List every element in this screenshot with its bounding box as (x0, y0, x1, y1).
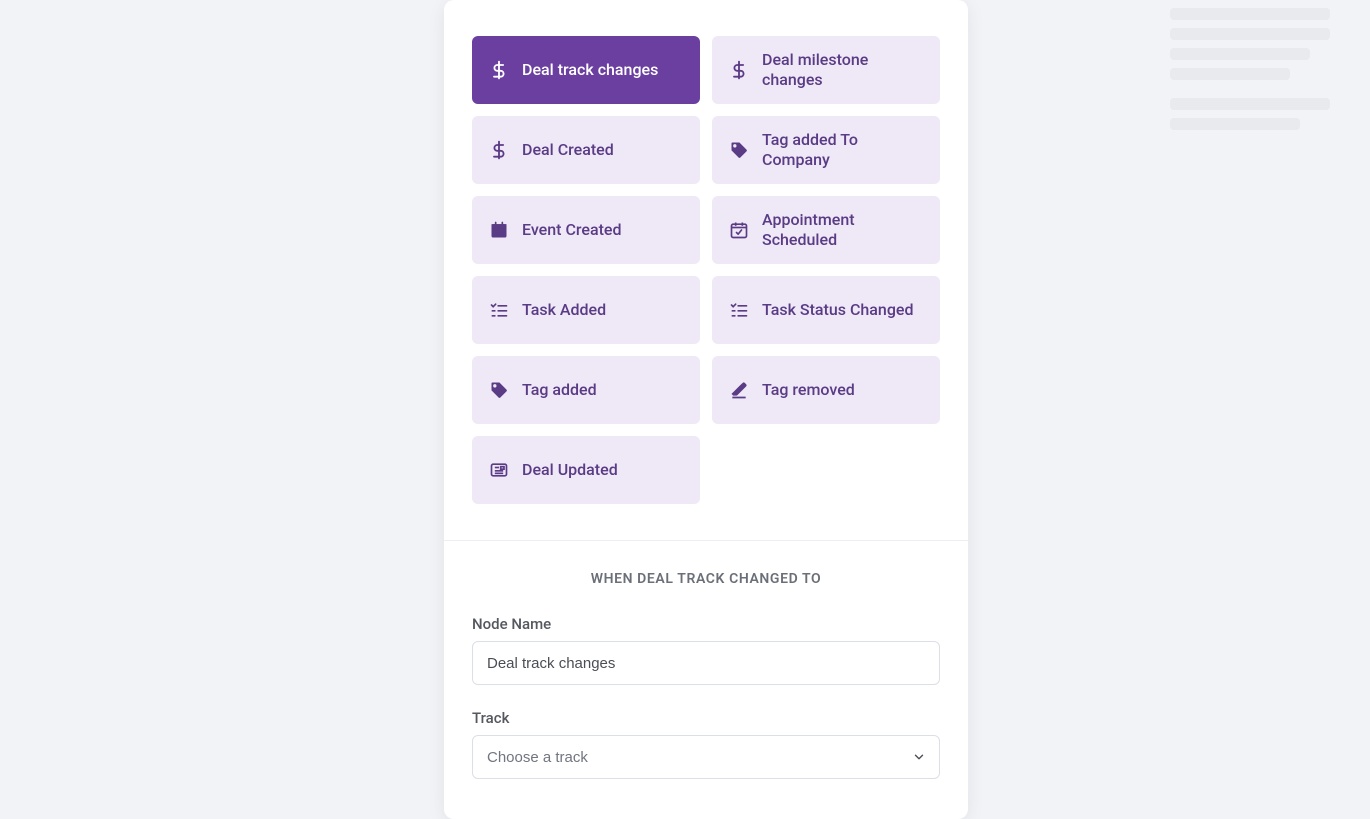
option-label: Task Status Changed (762, 300, 914, 320)
option-event-created[interactable]: Event Created (472, 196, 700, 264)
track-label: Track (472, 709, 940, 727)
option-appointment-scheduled[interactable]: Appointment Scheduled (712, 196, 940, 264)
option-tag-added[interactable]: Tag added (472, 356, 700, 424)
option-tag-added-to-company[interactable]: Tag added To Company (712, 116, 940, 184)
option-label: Appointment Scheduled (762, 210, 924, 250)
dollar-icon (488, 59, 510, 81)
eraser-icon (728, 379, 750, 401)
option-deal-milestone-changes[interactable]: Deal milestone changes (712, 36, 940, 104)
trigger-options-grid: Deal track changes Deal milestone change… (444, 0, 968, 532)
appointment-icon (728, 219, 750, 241)
option-label: Deal track changes (522, 60, 658, 80)
option-label: Tag added To Company (762, 130, 924, 170)
node-name-input[interactable] (472, 641, 940, 685)
option-deal-created[interactable]: Deal Created (472, 116, 700, 184)
option-deal-updated[interactable]: Deal Updated (472, 436, 700, 504)
option-label: Event Created (522, 220, 622, 240)
option-label: Deal milestone changes (762, 50, 924, 90)
option-task-status-changed[interactable]: Task Status Changed (712, 276, 940, 344)
option-task-added[interactable]: Task Added (472, 276, 700, 344)
task-list-icon (728, 299, 750, 321)
calendar-icon (488, 219, 510, 241)
option-label: Deal Updated (522, 460, 618, 480)
option-label: Deal Created (522, 140, 614, 160)
dollar-icon (728, 59, 750, 81)
dollar-icon (488, 139, 510, 161)
background-placeholder-lines (1170, 0, 1370, 138)
option-label: Task Added (522, 300, 606, 320)
section-title: WHEN DEAL TRACK CHANGED TO (472, 571, 940, 587)
option-deal-track-changes[interactable]: Deal track changes (472, 36, 700, 104)
news-icon (488, 459, 510, 481)
option-label: Tag added (522, 380, 597, 400)
option-tag-removed[interactable]: Tag removed (712, 356, 940, 424)
option-label: Tag removed (762, 380, 855, 400)
track-select[interactable]: Choose a track (472, 735, 940, 779)
node-name-label: Node Name (472, 615, 940, 633)
tag-icon (728, 139, 750, 161)
trigger-form-section: WHEN DEAL TRACK CHANGED TO Node Name Tra… (444, 541, 968, 779)
task-list-icon (488, 299, 510, 321)
tag-icon (488, 379, 510, 401)
trigger-config-panel: Deal track changes Deal milestone change… (444, 0, 968, 819)
